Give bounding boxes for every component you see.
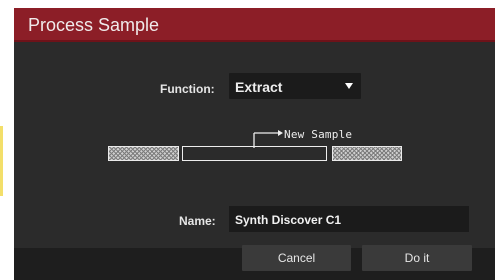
background-accent [0,126,3,196]
chevron-down-icon [345,83,353,89]
discarded-region-left [108,146,179,161]
process-sample-dialog: Process Sample Function: Extract New Sam… [14,8,495,280]
discarded-region-right [332,146,402,161]
new-sample-label: New Sample [284,128,353,141]
do-it-button[interactable]: Do it [362,245,472,271]
dialog-titlebar: Process Sample [14,8,495,42]
function-select[interactable]: Extract [229,73,361,99]
name-label: Name: [179,214,216,228]
dialog-title: Process Sample [28,15,160,35]
name-field[interactable]: Synth Discover C1 [229,206,469,232]
function-label: Function: [160,82,215,96]
extracted-region [182,146,327,161]
name-field-value: Synth Discover C1 [235,213,342,227]
new-sample-arrow-icon [253,130,283,148]
cancel-button[interactable]: Cancel [242,245,351,271]
function-select-value: Extract [235,79,283,95]
